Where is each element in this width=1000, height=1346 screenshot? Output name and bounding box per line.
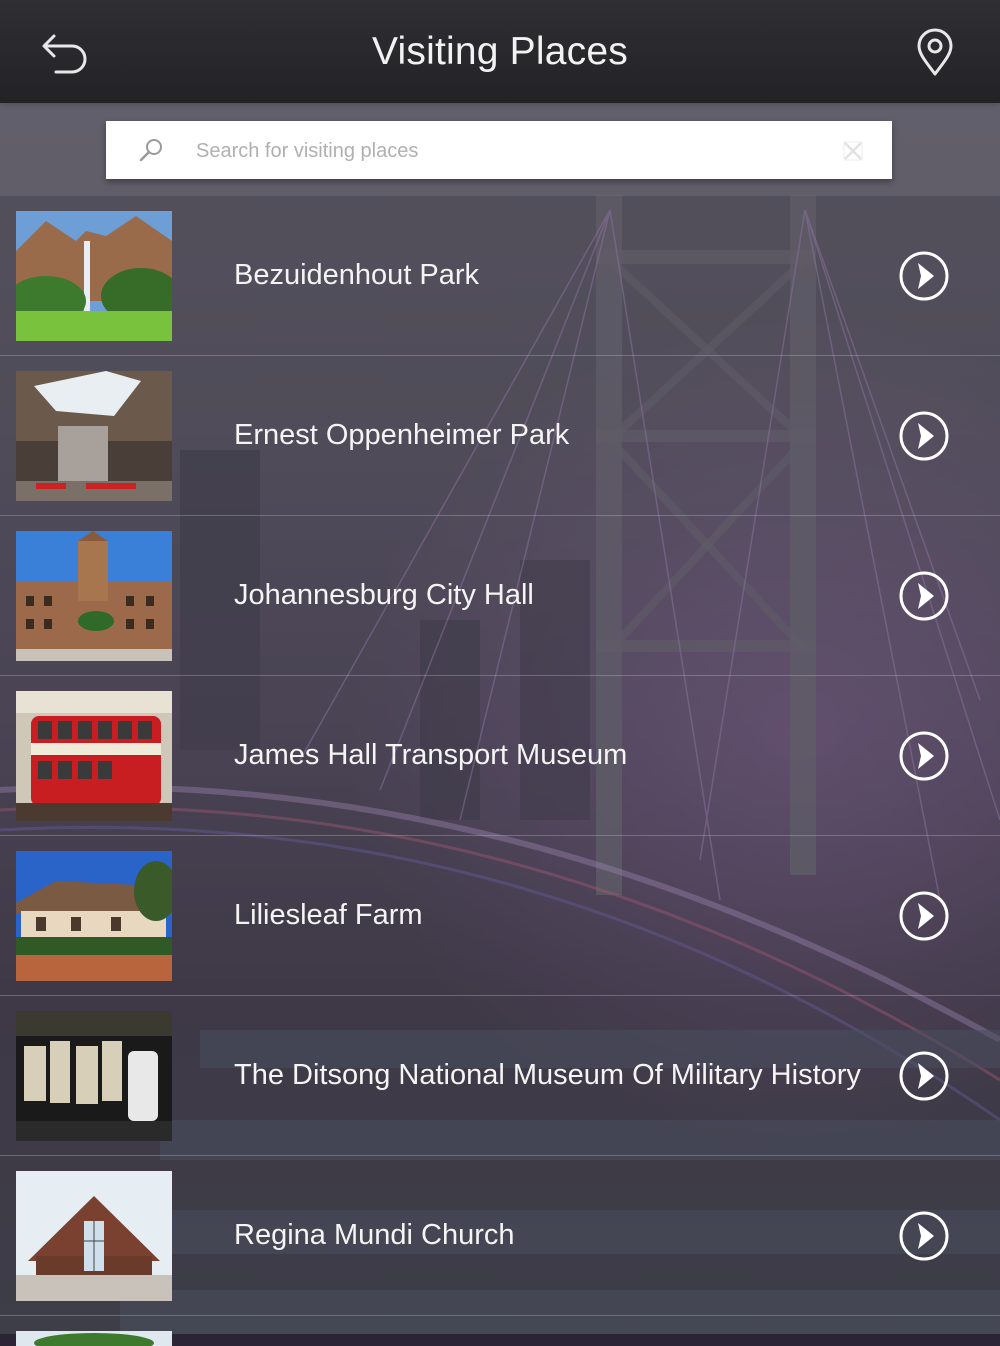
list-item-james-hall-transport-museum[interactable]: James Hall Transport Museum	[0, 676, 1000, 836]
place-name: The Ditsong National Museum Of Military …	[234, 1059, 861, 1091]
place-thumbnail	[16, 531, 172, 661]
chevron-right-icon[interactable]	[898, 730, 950, 782]
list-item-partial[interactable]	[0, 1316, 1000, 1346]
list-item-ditsong-military-museum[interactable]: The Ditsong National Museum Of Military …	[0, 996, 1000, 1156]
search-box	[106, 121, 892, 181]
places-list: Bezuidenhout Park Ernest Oppenheimer Par…	[0, 196, 1000, 1346]
place-name: Johannesburg City Hall	[234, 579, 534, 611]
place-thumbnail	[16, 851, 172, 981]
place-name: Bezuidenhout Park	[234, 259, 480, 291]
list-item-johannesburg-city-hall[interactable]: Johannesburg City Hall	[0, 516, 1000, 676]
page-title: Visiting Places	[372, 30, 628, 73]
search-icon	[139, 139, 162, 162]
place-thumbnail	[16, 1331, 172, 1346]
list-item-bezuidenhout-park[interactable]: Bezuidenhout Park	[0, 196, 1000, 356]
chevron-right-icon[interactable]	[898, 250, 950, 302]
clear-icon[interactable]	[842, 140, 864, 162]
chevron-right-icon[interactable]	[898, 1210, 950, 1262]
list-item-ernest-oppenheimer-park[interactable]: Ernest Oppenheimer Park	[0, 356, 1000, 516]
chevron-right-icon[interactable]	[898, 570, 950, 622]
place-thumbnail	[16, 1171, 172, 1301]
place-name: Ernest Oppenheimer Park	[234, 419, 570, 451]
list-item-liliesleaf-farm[interactable]: Liliesleaf Farm	[0, 836, 1000, 996]
search-input[interactable]	[194, 121, 818, 181]
header-bar: Visiting Places	[0, 0, 1000, 103]
place-thumbnail	[16, 371, 172, 501]
place-thumbnail	[16, 691, 172, 821]
map-button[interactable]	[912, 28, 958, 78]
list-item-regina-mundi-church[interactable]: Regina Mundi Church	[0, 1156, 1000, 1316]
place-name: Liliesleaf Farm	[234, 899, 423, 931]
place-thumbnail	[16, 211, 172, 341]
chevron-right-icon[interactable]	[898, 410, 950, 462]
place-name: Regina Mundi Church	[234, 1219, 515, 1251]
chevron-right-icon[interactable]	[898, 1050, 950, 1102]
place-name: James Hall Transport Museum	[234, 739, 628, 771]
search-bar	[0, 103, 1000, 196]
chevron-right-icon[interactable]	[898, 890, 950, 942]
place-thumbnail	[16, 1011, 172, 1141]
map-pin-icon	[917, 28, 953, 76]
